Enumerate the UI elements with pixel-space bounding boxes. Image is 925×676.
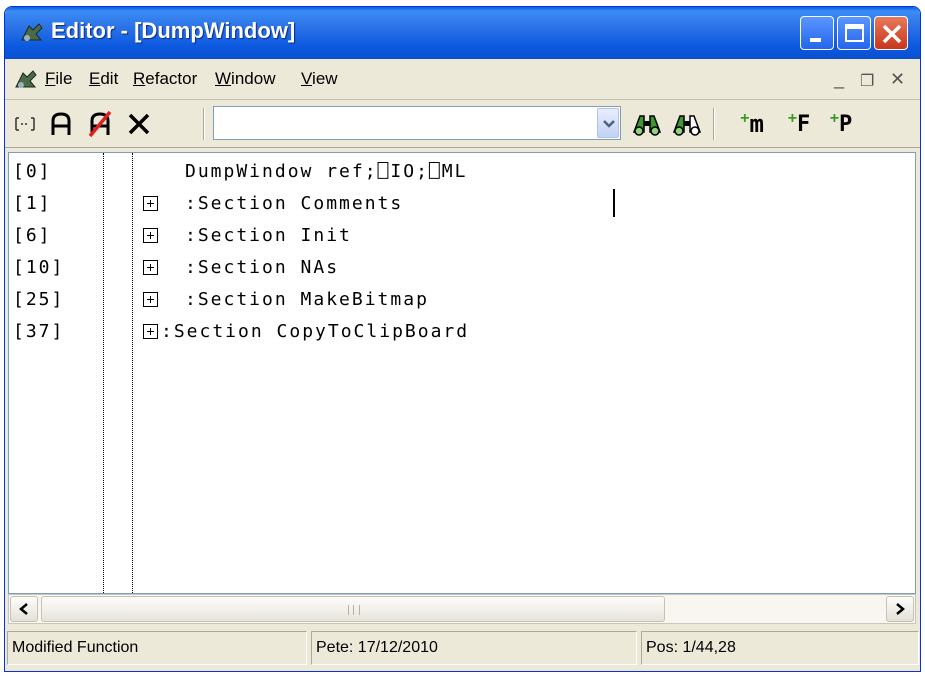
plus-icon: + — [787, 110, 798, 127]
binoculars-outline-icon — [672, 115, 702, 136]
code-line[interactable]: [1] :Section Comments — [9, 189, 915, 219]
code-editor[interactable]: [0] DumpWindow ref;⎕IO;⎕ML [1] :Section … — [8, 152, 916, 594]
uncomment-button[interactable] — [85, 108, 115, 140]
add-field-button[interactable]: + F — [781, 108, 817, 140]
scroll-right-button[interactable] — [886, 596, 914, 622]
expand-icon[interactable] — [143, 196, 158, 211]
add-property-button[interactable]: + P — [823, 108, 859, 140]
toolbar-separator — [203, 108, 205, 140]
title-bar[interactable]: Editor - [DumpWindow] — [5, 7, 920, 59]
status-state: Modified Function — [7, 631, 307, 665]
lamp-a-icon — [51, 112, 71, 135]
plus-icon: + — [740, 110, 750, 127]
status-author: Pete: 17/12/2010 — [311, 631, 637, 665]
scroll-left-button[interactable] — [10, 596, 38, 622]
plus-icon: + — [829, 110, 840, 127]
add-field-label: F — [797, 111, 811, 137]
chevron-right-icon — [896, 603, 905, 615]
menu-edit[interactable]: Edit — [89, 69, 118, 89]
dyalog-app-icon[interactable] — [19, 20, 45, 46]
chevron-down-icon — [603, 120, 615, 128]
menu-view[interactable]: View — [301, 69, 338, 89]
close-button[interactable] — [874, 16, 908, 50]
add-property-label: P — [839, 111, 853, 137]
find-button[interactable] — [629, 108, 665, 140]
horizontal-scrollbar[interactable] — [8, 594, 916, 624]
delete-x-icon — [128, 113, 150, 135]
code-text: :Section CopyToClipBoard — [161, 321, 470, 342]
line-number: [6] — [13, 225, 52, 246]
code-line[interactable]: [10] :Section NAs — [9, 253, 915, 283]
menu-refactor[interactable]: Refactor — [133, 69, 197, 89]
line-number: [1] — [13, 193, 52, 214]
line-number: [0] — [13, 161, 52, 182]
code-text: :Section MakeBitmap — [185, 289, 429, 310]
comment-button[interactable] — [47, 108, 75, 140]
gutter-divider — [103, 153, 104, 593]
mdi-minimize-icon[interactable]: _ — [834, 69, 844, 90]
expand-icon[interactable] — [143, 260, 158, 275]
close-icon — [882, 24, 902, 44]
outline-button[interactable] — [11, 108, 39, 140]
search-combo[interactable] — [213, 106, 621, 140]
code-line[interactable]: [25] :Section MakeBitmap — [9, 285, 915, 315]
code-line[interactable]: [6] :Section Init — [9, 221, 915, 251]
menu-file[interactable]: File — [45, 69, 72, 89]
toolbar-separator — [713, 108, 715, 140]
scroll-thumb[interactable] — [41, 596, 665, 622]
search-input[interactable] — [216, 108, 596, 138]
maximize-icon — [845, 24, 864, 42]
expand-icon[interactable] — [143, 292, 158, 307]
expand-icon[interactable] — [143, 324, 158, 339]
line-number: [25] — [13, 289, 65, 310]
menu-bar: File Edit Refactor Window View _ ❐ ✕ — [5, 59, 920, 100]
maximize-button[interactable] — [837, 16, 871, 50]
code-line[interactable]: [37] :Section CopyToClipBoard — [9, 317, 915, 347]
window-title: Editor - [DumpWindow] — [51, 18, 296, 43]
binoculars-icon — [632, 115, 662, 136]
chevron-left-icon — [19, 603, 28, 615]
minimize-button[interactable] — [800, 16, 834, 50]
minimize-icon — [810, 38, 821, 42]
code-line[interactable]: [0] DumpWindow ref;⎕IO;⎕ML — [9, 157, 915, 187]
editor-window: Editor - [DumpWindow] File Edit Refactor… — [4, 6, 921, 672]
mdi-close-icon[interactable]: ✕ — [890, 69, 905, 90]
status-bar: Modified Function Pete: 17/12/2010 Pos: … — [5, 627, 920, 671]
add-method-label: m — [749, 110, 764, 138]
line-number: [10] — [13, 257, 65, 278]
dyalog-menu-icon[interactable] — [13, 67, 39, 93]
fold-divider — [132, 153, 133, 593]
code-text: :Section NAs — [185, 257, 340, 278]
menu-file-label: ile — [55, 69, 73, 88]
find-next-button[interactable] — [669, 108, 705, 140]
grip-icon — [348, 605, 360, 615]
search-dropdown-button[interactable] — [597, 108, 619, 138]
mdi-restore-icon[interactable]: ❐ — [860, 71, 874, 91]
lamp-a-struck-icon — [88, 110, 112, 138]
outline-icon — [15, 117, 35, 131]
status-position: Pos: 1/44,28 — [641, 631, 919, 665]
line-number: [37] — [13, 321, 65, 342]
code-text: DumpWindow ref;⎕IO;⎕ML — [185, 161, 468, 182]
toolbar: + m + F + P — [5, 100, 920, 148]
code-text: :Section Init — [185, 225, 352, 246]
menu-window[interactable]: Window — [215, 69, 275, 89]
delete-button[interactable] — [125, 108, 153, 140]
text-caret — [613, 189, 615, 217]
expand-icon[interactable] — [143, 228, 158, 243]
code-text: :Section Comments — [185, 193, 404, 214]
add-method-button[interactable]: + m — [729, 108, 775, 140]
